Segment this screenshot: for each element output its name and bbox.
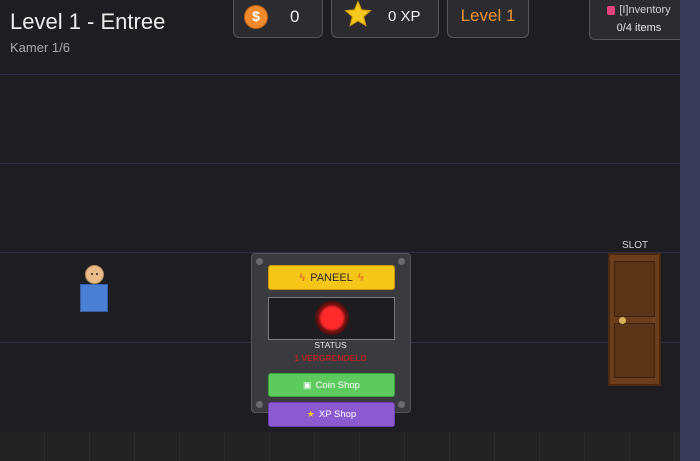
scrollbar[interactable] xyxy=(680,0,700,461)
panel-title: PANEEL xyxy=(310,271,353,284)
star-icon xyxy=(344,0,372,27)
screw xyxy=(256,258,263,265)
level-indicator: Level 1 xyxy=(447,0,529,38)
coin-shop-label: Coin Shop xyxy=(315,379,360,391)
door[interactable] xyxy=(608,253,661,386)
player-head xyxy=(85,265,104,284)
grid-line xyxy=(0,163,680,164)
xp-shop-button[interactable]: ★ XP Shop xyxy=(268,402,395,427)
status-value: 1 VERGRENDELD xyxy=(294,353,367,363)
door-knob xyxy=(619,317,626,324)
coin-shop-button[interactable]: ▣ Coin Shop xyxy=(268,373,395,397)
room-counter: Kamer 1/6 xyxy=(10,40,70,55)
xp-counter: 0 XP xyxy=(331,0,439,38)
player-body xyxy=(80,284,108,312)
panel-header: ϟ PANEEL ϟ xyxy=(268,265,395,290)
xp-value: 0 XP xyxy=(388,8,421,25)
coin-counter: $ 0 xyxy=(233,0,323,38)
floor xyxy=(0,432,680,461)
inventory-count: 0/4 items xyxy=(616,22,662,34)
lightning-icon: ϟ xyxy=(357,271,364,284)
screw xyxy=(398,401,405,408)
status-light xyxy=(315,301,349,335)
star-icon: ★ xyxy=(306,409,315,419)
coin-value: 0 xyxy=(290,7,300,26)
backpack-icon xyxy=(607,5,616,15)
inventory-label: [I]nventory xyxy=(619,4,671,16)
coin-icon: $ xyxy=(244,5,268,29)
level-label: Level 1 xyxy=(460,6,516,25)
control-panel: ϟ PANEEL ϟ STATUS 1 VERGRENDELD ▣ Coin S… xyxy=(251,253,411,427)
status-label: STATUS xyxy=(314,340,347,350)
door-label: SLOT xyxy=(622,240,649,251)
game-canvas[interactable]: Level 1 - Entree Kamer 1/6 $ 0 0 XP Leve… xyxy=(0,0,680,461)
screw xyxy=(256,401,263,408)
grid-line xyxy=(0,74,680,75)
status-screen xyxy=(268,297,395,340)
screw xyxy=(398,258,405,265)
player-character xyxy=(80,265,110,313)
inventory-button[interactable]: [I]nventory 0/4 items xyxy=(589,0,680,40)
xp-shop-label: XP Shop xyxy=(318,409,357,420)
level-title: Level 1 - Entree xyxy=(10,9,166,34)
shop-icon: ▣ xyxy=(303,379,312,390)
lightning-icon: ϟ xyxy=(299,271,306,284)
